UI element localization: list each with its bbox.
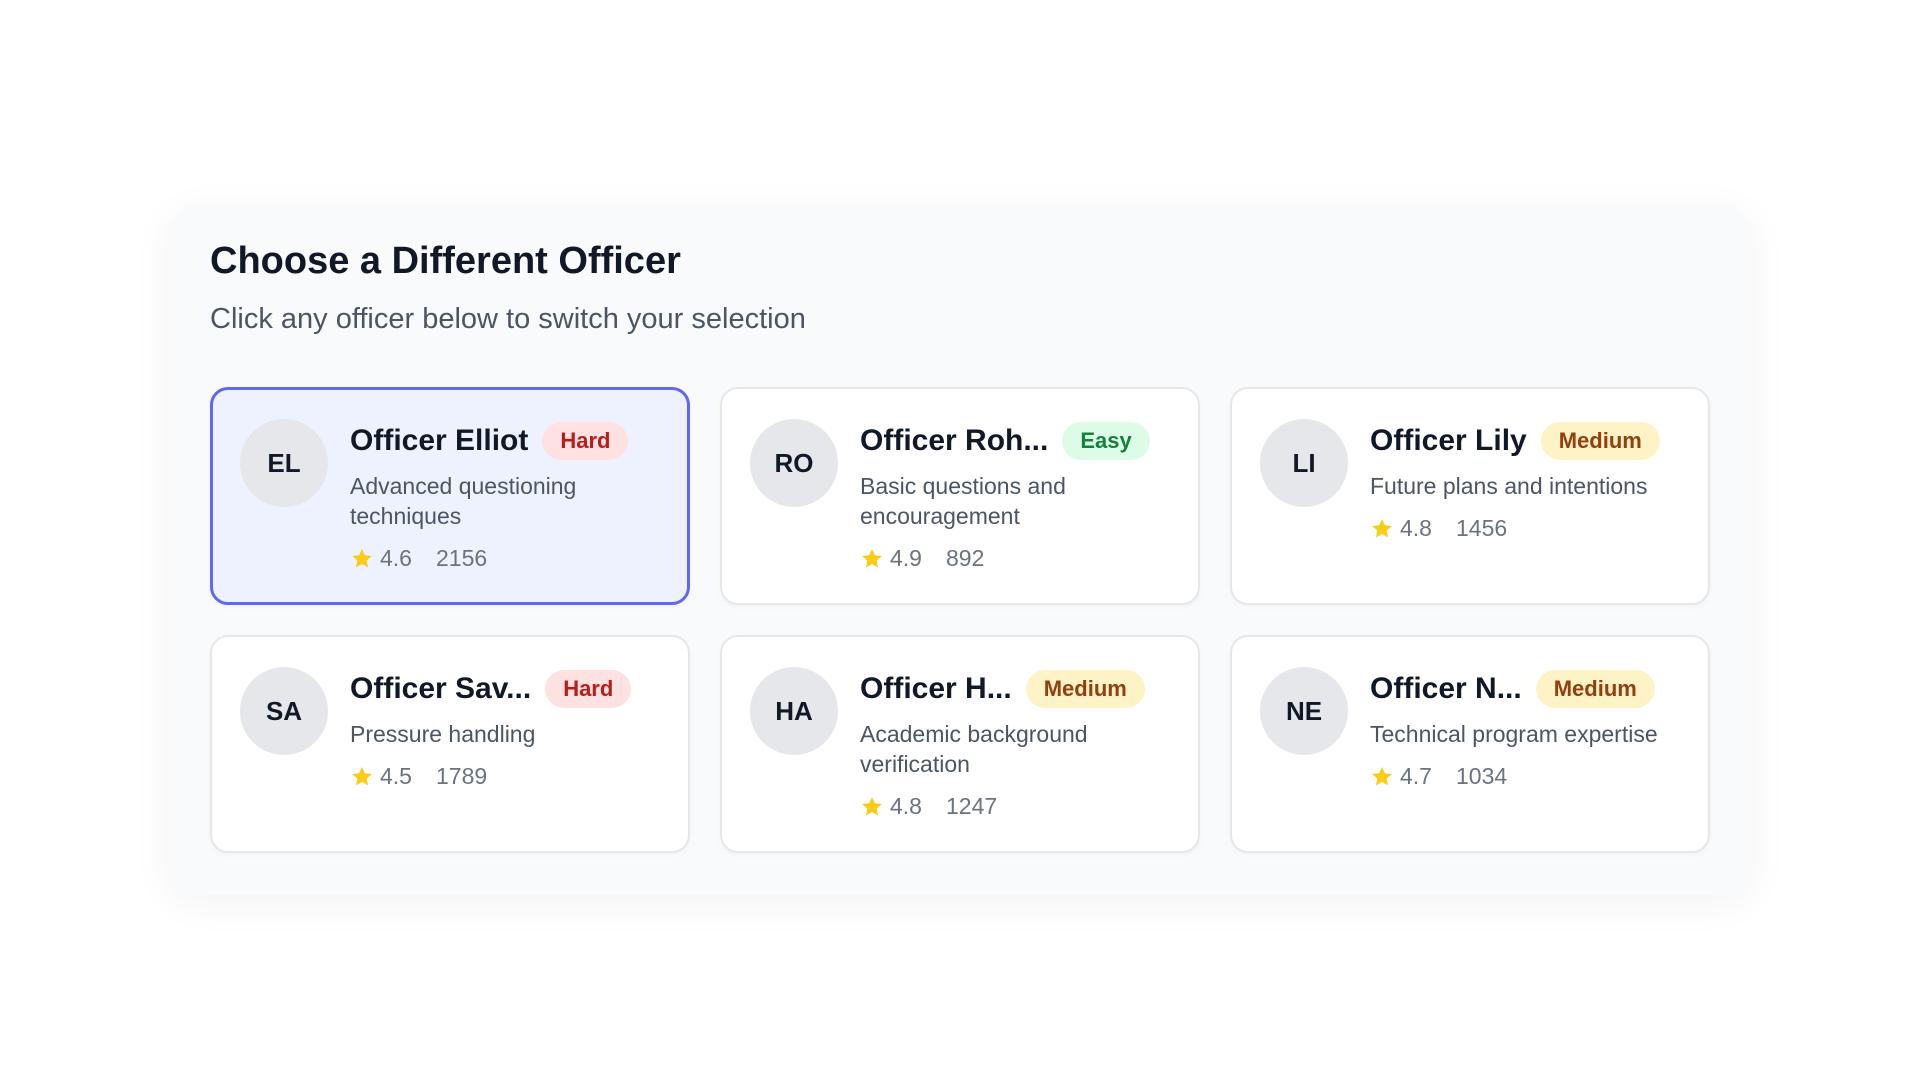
officer-grid: EL Officer Elliot Hard Advanced question… <box>210 387 1710 853</box>
session-count: 2156 <box>435 545 488 571</box>
avatar: SA <box>240 667 328 755</box>
officer-stats: 4.8 1247 <box>860 793 1170 820</box>
difficulty-badge: Hard <box>542 422 629 460</box>
avatar: NE <box>1260 667 1348 755</box>
name-row: Officer Elliot Hard <box>350 419 660 463</box>
difficulty-badge: Medium <box>1025 670 1145 708</box>
officer-name: Officer Sav... <box>350 672 532 705</box>
officer-stats: 4.8 1456 <box>1370 515 1680 542</box>
officer-info: Officer Sav... Hard Pressure handling 4.… <box>350 667 660 790</box>
officer-info: Officer Roh... Easy Basic questions and … <box>860 419 1170 572</box>
officer-card-roh[interactable]: RO Officer Roh... Easy Basic questions a… <box>720 387 1200 605</box>
officer-description: Academic background verification <box>860 721 1088 777</box>
officer-card-lily[interactable]: LI Officer Lily Medium Future plans and … <box>1230 387 1710 605</box>
rating-value: 4.9 <box>890 545 922 571</box>
avatar: HA <box>750 667 838 755</box>
avatar: EL <box>240 419 328 507</box>
officer-description: Technical program expertise <box>1370 721 1658 747</box>
rating-value: 4.7 <box>1400 763 1432 789</box>
name-row: Officer Sav... Hard <box>350 667 660 711</box>
name-row: Officer Lily Medium <box>1370 419 1680 463</box>
panel-subtitle: Click any officer below to switch your s… <box>210 303 806 335</box>
difficulty-badge: Medium <box>1535 670 1655 708</box>
officer-description: Basic questions and encouragement <box>860 473 1066 529</box>
session-count: 1034 <box>1455 763 1508 789</box>
name-row: Officer Roh... Easy <box>860 419 1170 463</box>
star-icon <box>862 796 882 815</box>
officer-name: Officer Elliot <box>350 424 529 457</box>
officer-name: Officer H... <box>860 672 1012 705</box>
officer-info: Officer Lily Medium Future plans and int… <box>1370 419 1680 542</box>
difficulty-badge: Medium <box>1540 422 1660 460</box>
rating-value: 4.8 <box>1400 515 1432 541</box>
officer-info: Officer N... Medium Technical program ex… <box>1370 667 1680 790</box>
rating-value: 4.5 <box>380 763 412 789</box>
difficulty-badge: Easy <box>1062 422 1150 460</box>
star-icon <box>862 548 882 567</box>
officer-card-elliot[interactable]: EL Officer Elliot Hard Advanced question… <box>210 387 690 605</box>
officer-card-n[interactable]: NE Officer N... Medium Technical program… <box>1230 635 1710 853</box>
officer-card-sav[interactable]: SA Officer Sav... Hard Pressure handling… <box>210 635 690 853</box>
officer-description: Future plans and intentions <box>1370 473 1648 499</box>
officer-info: Officer Elliot Hard Advanced questioning… <box>350 419 660 572</box>
name-row: Officer H... Medium <box>860 667 1170 711</box>
rating-value: 4.6 <box>380 545 412 571</box>
officer-name: Officer Roh... <box>860 424 1049 457</box>
session-count: 1247 <box>945 793 998 819</box>
session-count: 1456 <box>1455 515 1508 541</box>
difficulty-badge: Hard <box>545 670 632 708</box>
officer-stats: 4.9 892 <box>860 545 1170 572</box>
rating-value: 4.8 <box>890 793 922 819</box>
star-icon <box>352 548 372 567</box>
officer-stats: 4.5 1789 <box>350 763 660 790</box>
session-count: 892 <box>945 545 985 571</box>
panel-title: Choose a Different Officer <box>210 240 681 282</box>
avatar: LI <box>1260 419 1348 507</box>
officer-stats: 4.6 2156 <box>350 545 660 572</box>
star-icon <box>352 766 372 785</box>
officer-selection-panel: Choose a Different Officer Click any off… <box>168 205 1752 895</box>
star-icon <box>1372 766 1392 785</box>
officer-description: Pressure handling <box>350 721 536 747</box>
officer-name: Officer Lily <box>1370 424 1527 457</box>
officer-card-h[interactable]: HA Officer H... Medium Academic backgrou… <box>720 635 1200 853</box>
session-count: 1789 <box>435 763 488 789</box>
officer-name: Officer N... <box>1370 672 1522 705</box>
officer-info: Officer H... Medium Academic background … <box>860 667 1170 820</box>
name-row: Officer N... Medium <box>1370 667 1680 711</box>
star-icon <box>1372 518 1392 537</box>
officer-stats: 4.7 1034 <box>1370 763 1680 790</box>
avatar: RO <box>750 419 838 507</box>
officer-description: Advanced questioning techniques <box>350 473 577 529</box>
